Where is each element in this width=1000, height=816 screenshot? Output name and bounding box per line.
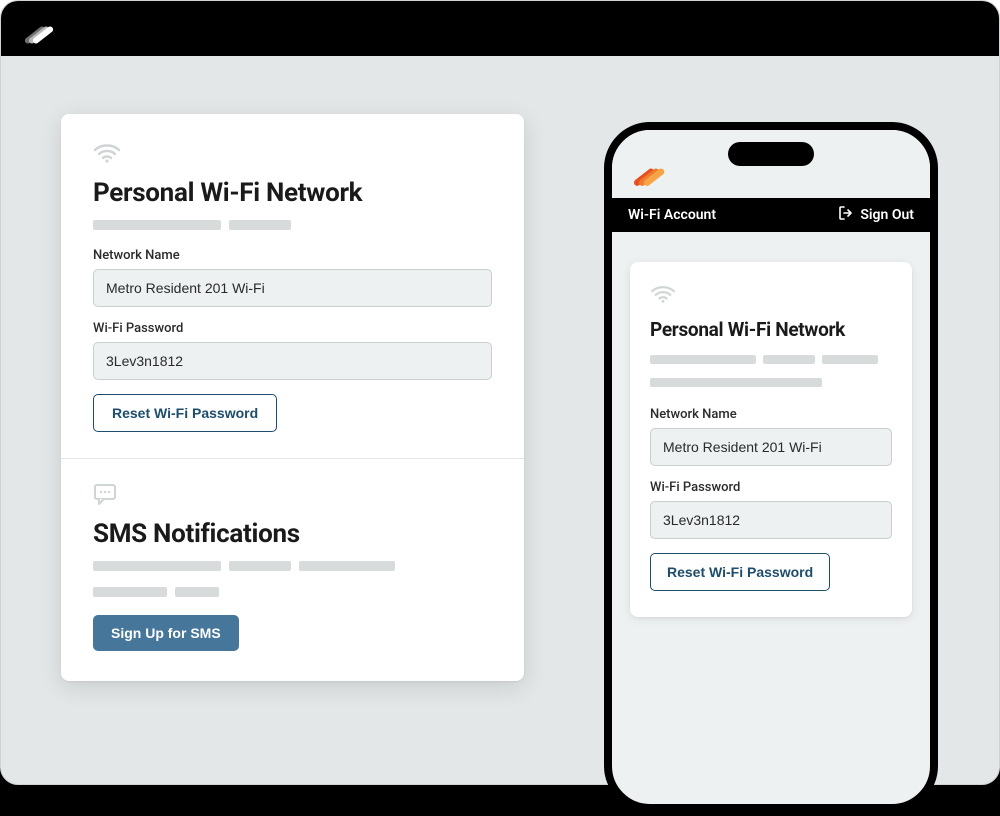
mobile-network-name-label: Network Name: [650, 407, 892, 422]
sign-out-label: Sign Out: [860, 207, 914, 223]
browser-topbar: [1, 1, 999, 56]
phone-mockup: Wi-Fi Account Sign Out: [604, 122, 938, 812]
navbar-title: Wi-Fi Account: [628, 207, 716, 223]
mobile-wifi-card: Personal Wi-Fi Network Network Name Wi-F…: [630, 262, 912, 617]
wifi-icon: [93, 142, 492, 168]
section-divider: [61, 458, 524, 459]
phone-navbar: Wi-Fi Account Sign Out: [612, 198, 930, 232]
placeholder-text: [93, 220, 492, 230]
phone-notch: [728, 142, 814, 166]
mobile-wifi-password-input[interactable]: [650, 501, 892, 539]
placeholder-text: [650, 355, 892, 387]
sign-out-button[interactable]: Sign Out: [838, 205, 914, 225]
reset-wifi-password-button[interactable]: Reset Wi-Fi Password: [93, 394, 277, 432]
wifi-section-title: Personal Wi-Fi Network: [93, 178, 492, 208]
mobile-wifi-title: Personal Wi-Fi Network: [650, 318, 892, 341]
sign-out-icon: [838, 205, 854, 225]
placeholder-text-sms: [93, 561, 492, 597]
wifi-password-label: Wi-Fi Password: [93, 321, 492, 336]
mobile-network-name-input[interactable]: [650, 428, 892, 466]
wifi-settings-card: Personal Wi-Fi Network Network Name Wi-F…: [61, 114, 524, 681]
wifi-icon: [650, 284, 892, 308]
mobile-wifi-password-label: Wi-Fi Password: [650, 480, 892, 495]
app-logo-icon: [630, 156, 666, 188]
app-logo-icon: [19, 12, 53, 46]
network-name-input[interactable]: [93, 269, 492, 307]
network-name-label: Network Name: [93, 248, 492, 263]
sms-icon: [93, 483, 492, 511]
sms-section-title: SMS Notifications: [93, 519, 492, 549]
sign-up-sms-button[interactable]: Sign Up for SMS: [93, 615, 239, 651]
mobile-reset-wifi-password-button[interactable]: Reset Wi-Fi Password: [650, 553, 830, 591]
wifi-password-input[interactable]: [93, 342, 492, 380]
